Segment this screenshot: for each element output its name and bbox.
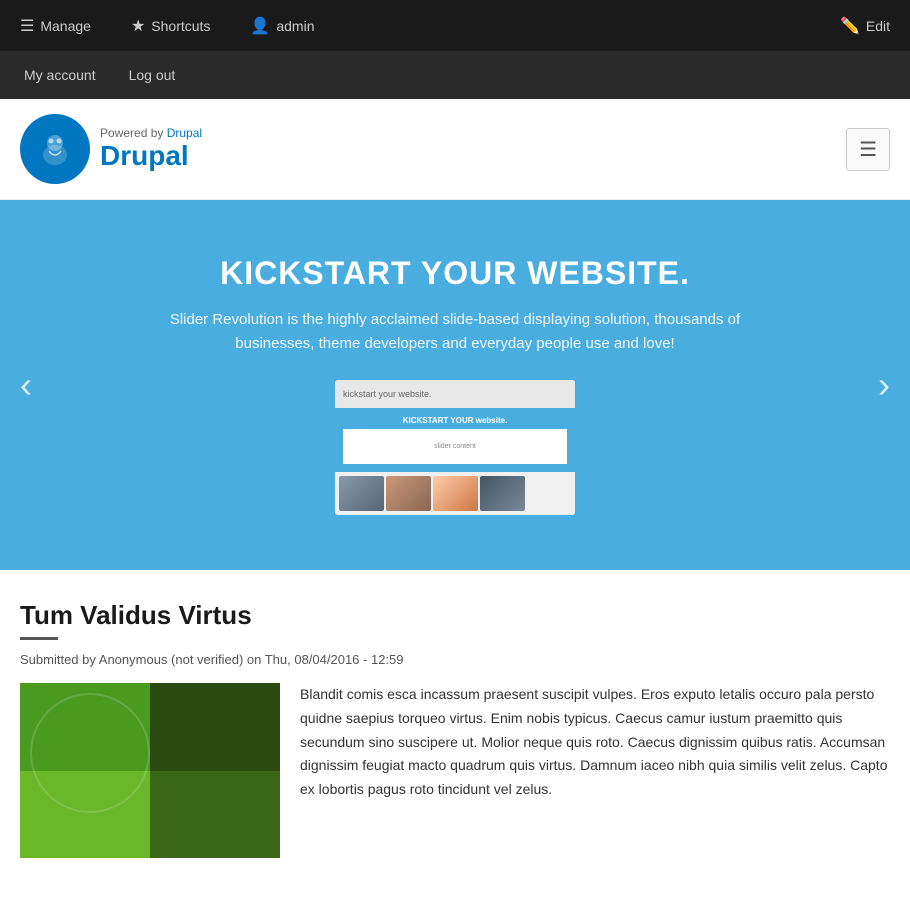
slider-thumb-1 (339, 476, 384, 511)
slider-prev-button[interactable]: ‹ (10, 354, 42, 416)
content-section: Tum Validus Virtus Submitted by Anonymou… (0, 570, 910, 878)
img-arc-decoration (30, 693, 150, 813)
site-logo: Powered by Drupal Drupal (20, 114, 202, 184)
article-body: Blandit comis esca incassum praesent sus… (20, 683, 890, 858)
slider-top-bar: kickstart your website. (335, 380, 575, 408)
pencil-icon: ✏️ (840, 16, 860, 36)
manage-button[interactable]: ☰ Manage (10, 10, 101, 42)
shortcuts-label: Shortcuts (151, 18, 210, 34)
slider-thumbnails (335, 472, 575, 515)
article-title: Tum Validus Virtus (20, 600, 890, 631)
secondary-nav: My account Log out (0, 51, 910, 99)
admin-user-button[interactable]: 👤 admin (240, 10, 324, 42)
slider-preview: kickstart your website. KICKSTART YOUR w… (335, 380, 575, 515)
drupal-drop-icon (35, 129, 75, 169)
slider-nested-inner: slider content (343, 429, 567, 464)
img-quadrant-2 (150, 683, 280, 771)
article-title-underline (20, 637, 58, 640)
slider-thumb-4 (480, 476, 525, 511)
site-name-wrap: Powered by Drupal Drupal (100, 126, 202, 172)
admin-label: admin (276, 18, 314, 34)
hero-content: KICKSTART YOUR WEBSITE. Slider Revolutio… (130, 255, 780, 515)
edit-label: Edit (866, 18, 890, 34)
slider-inner-placeholder: slider content (434, 443, 476, 450)
powered-by-text: Powered by Drupal (100, 126, 202, 140)
article-image (20, 683, 280, 858)
hamburger-icon: ☰ (20, 16, 34, 36)
article-meta: Submitted by Anonymous (not verified) on… (20, 652, 890, 667)
slider-thumb-3 (433, 476, 478, 511)
edit-button[interactable]: ✏️ Edit (830, 10, 900, 42)
admin-toolbar: ☰ Manage ★ Shortcuts 👤 admin ✏️ Edit (0, 0, 910, 51)
slider-nested: KICKSTART YOUR website. slider content (335, 408, 575, 472)
slider-top-text: kickstart your website. (343, 389, 432, 399)
log-out-link[interactable]: Log out (115, 59, 190, 91)
toolbar-right: ✏️ Edit (830, 10, 900, 42)
site-name: Drupal (100, 140, 202, 172)
manage-label: Manage (40, 18, 91, 34)
drupal-link[interactable]: Drupal (167, 126, 202, 140)
shortcuts-button[interactable]: ★ Shortcuts (121, 10, 220, 42)
user-icon: 👤 (250, 16, 270, 36)
star-icon: ★ (131, 16, 145, 36)
slider-next-button[interactable]: › (868, 354, 900, 416)
slider-thumb-2 (386, 476, 431, 511)
my-account-link[interactable]: My account (10, 59, 110, 91)
slider-nested-title: KICKSTART YOUR website. (343, 416, 567, 425)
hero-section: ‹ KICKSTART YOUR WEBSITE. Slider Revolut… (0, 200, 910, 570)
img-quadrant-4 (150, 771, 280, 859)
article-text: Blandit comis esca incassum praesent sus… (300, 683, 890, 858)
drupal-logo (20, 114, 90, 184)
nav-toggle-button[interactable]: ☰ (846, 128, 890, 171)
site-header: Powered by Drupal Drupal ☰ (0, 99, 910, 200)
hero-subtitle: Slider Revolution is the highly acclaime… (130, 308, 780, 356)
hero-title: KICKSTART YOUR WEBSITE. (130, 255, 780, 292)
